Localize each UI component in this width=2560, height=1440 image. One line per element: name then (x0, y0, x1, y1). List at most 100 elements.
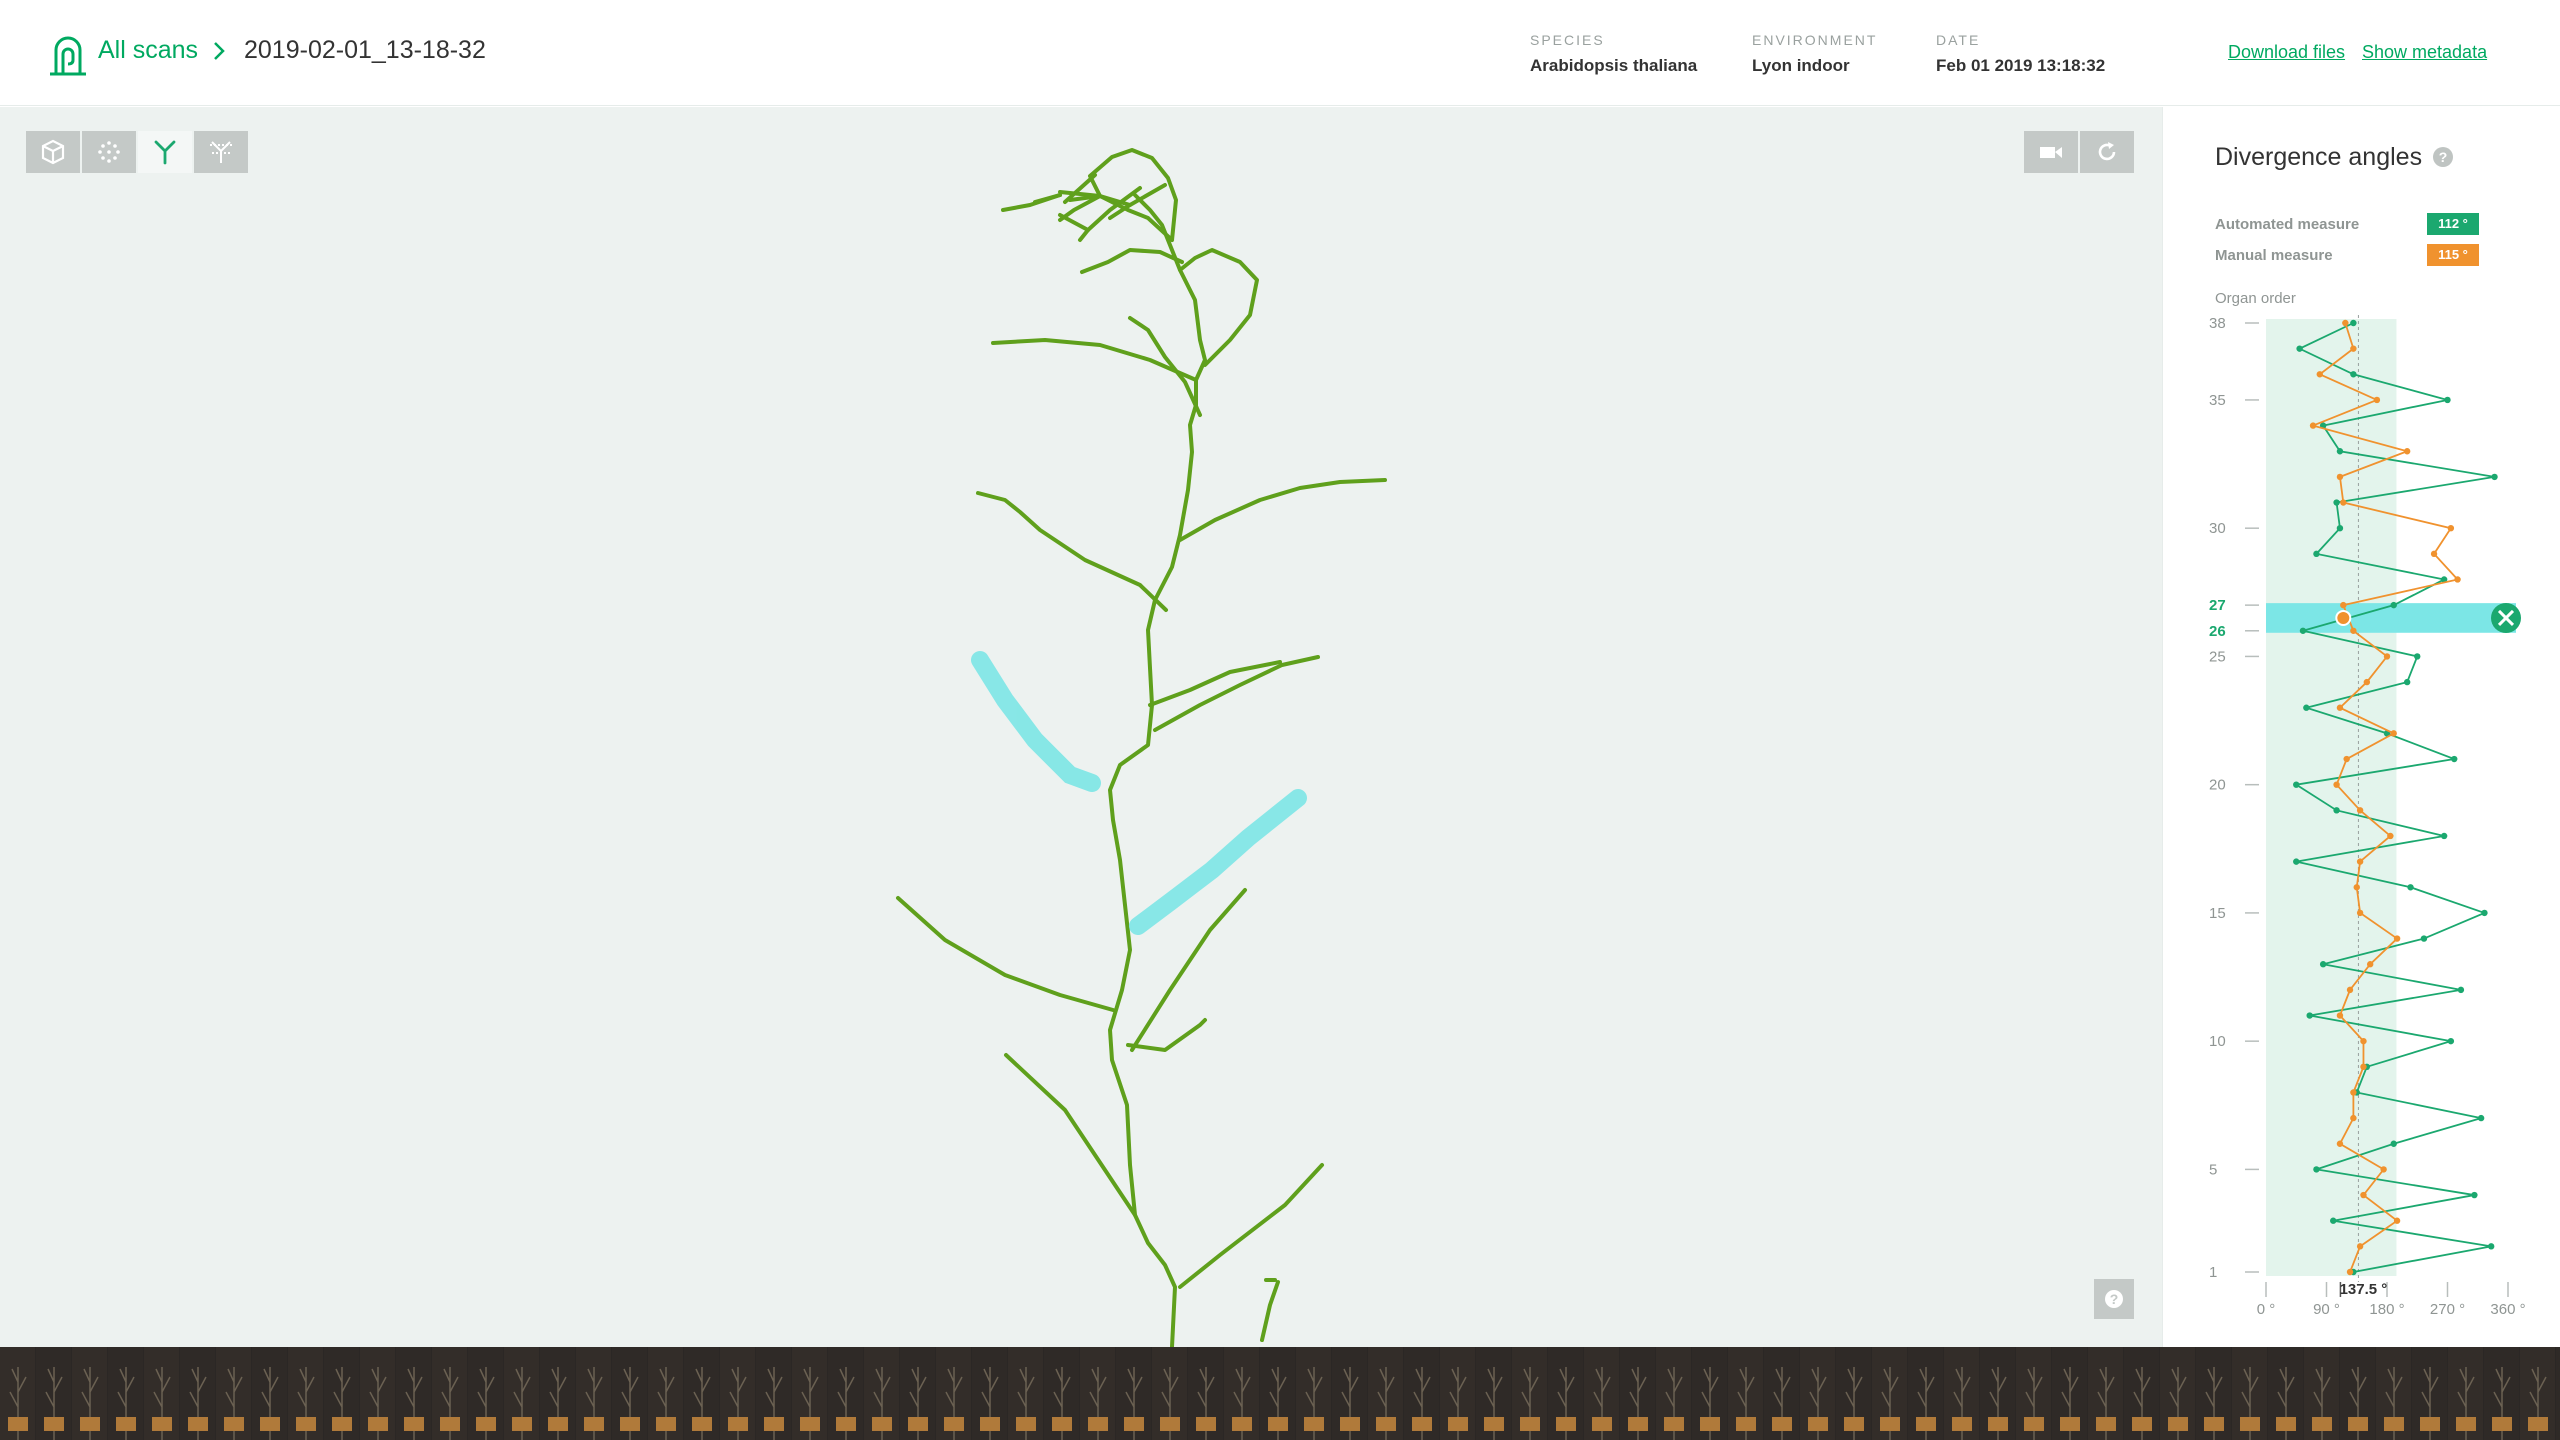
camera-toolbar (2024, 131, 2134, 173)
data-point-manual (2340, 499, 2347, 506)
thumbnail-pot (116, 1417, 136, 1431)
thumbnail-pot (1556, 1417, 1576, 1431)
point-cloud-view-button[interactable] (82, 131, 136, 173)
thumbnail-pot (1664, 1417, 1684, 1431)
thumbnail-pot (1376, 1417, 1396, 1431)
data-point-manual (2336, 473, 2344, 481)
x-tick-label: 360 ° (2490, 1301, 2525, 1318)
x-tick-label: 270 ° (2430, 1301, 2465, 1318)
data-point-automated (2407, 884, 2414, 891)
thumbnail-pot (1844, 1417, 1864, 1431)
breadcrumb-all-scans[interactable]: All scans (98, 36, 198, 65)
thumbnail-pot (1736, 1417, 1756, 1431)
data-point-automated (2293, 858, 2300, 865)
filmstrip-thumbnail[interactable] (2556, 1347, 2560, 1440)
viewer-help-button[interactable]: ? (2094, 1279, 2134, 1319)
view-mode-toolbar (26, 131, 248, 173)
thumbnail-pot (8, 1417, 28, 1431)
data-point-automated (2447, 1037, 2455, 1045)
camera-icon (2040, 147, 2062, 158)
mesh-view-button[interactable] (26, 131, 80, 173)
breadcrumb-scan-name: 2019-02-01_13-18-32 (244, 36, 486, 64)
data-point-automated (2420, 935, 2428, 942)
filmstrip-thumbnails[interactable] (0, 1347, 2560, 1440)
thumbnail-pot (1412, 1417, 1432, 1431)
thumbnail-pot (1700, 1417, 1720, 1431)
environment-value: Lyon indoor (1752, 56, 1850, 75)
data-point-automated (2319, 961, 2327, 968)
thumbnail-pot (2060, 1417, 2080, 1431)
thumbnail-pot (980, 1417, 1000, 1431)
divergence-angles-panel: Divergence angles ? Automated measure 11… (2162, 107, 2560, 1347)
skeleton-icon (154, 140, 176, 165)
environment-info: ENVIRONMENT Lyon indoor (1752, 32, 1877, 76)
data-point-manual (2350, 1114, 2357, 1122)
date-info: DATE Feb 01 2019 13:18:32 (1936, 32, 2105, 76)
thumbnail-pot (800, 1417, 820, 1431)
thumbnail-pot (2132, 1417, 2152, 1431)
data-point-automated (2333, 807, 2340, 814)
image-filmstrip[interactable] (0, 1347, 2560, 1440)
date-value: Feb 01 2019 13:18:32 (1936, 56, 2106, 75)
thumbnail-pot (2456, 1417, 2476, 1431)
y-tick-label: 27 (2209, 597, 2226, 614)
thumbnail-pot (440, 1417, 460, 1431)
chevron-right-icon (214, 42, 225, 60)
thumbnail-pot (1196, 1417, 1216, 1431)
thumbnail-pot (1808, 1417, 1828, 1431)
download-files-link[interactable]: Download files (2228, 42, 2345, 63)
top-bar: All scans 2019-02-01_13-18-32 SPECIES Ar… (0, 0, 2560, 106)
show-metadata-link[interactable]: Show metadata (2362, 42, 2487, 63)
plant-skeleton[interactable] (0, 107, 2162, 1347)
reset-view-button[interactable] (2080, 131, 2134, 173)
segmentation-view-button[interactable] (194, 131, 248, 173)
thumbnail-pot (944, 1417, 964, 1431)
thumbnail-pot (2492, 1417, 2512, 1431)
y-tick-label: 25 (2209, 648, 2226, 665)
data-point-manual (2353, 884, 2360, 891)
environment-label: ENVIRONMENT (1752, 32, 1878, 48)
data-point-automated (2330, 1217, 2337, 1224)
data-point-automated (2333, 499, 2340, 506)
data-point-manual (2430, 550, 2438, 558)
data-point-automated (2487, 1243, 2495, 1250)
thumbnail-pot (1124, 1417, 1144, 1431)
data-point-manual (2346, 986, 2354, 994)
thumbnail-pot (1268, 1417, 1288, 1431)
y-tick-label: 20 (2209, 777, 2226, 794)
thumbnail-pot (656, 1417, 676, 1431)
thumbnail-pot (1232, 1417, 1252, 1431)
data-point-automated (2451, 755, 2458, 763)
thumbnail-pot (1592, 1417, 1612, 1431)
data-point-manual (2350, 1089, 2357, 1096)
camera-button[interactable] (2024, 131, 2078, 173)
thumbnail-pot (1484, 1417, 1504, 1431)
svg-text:?: ? (2110, 1291, 2119, 1307)
data-point-automated (2350, 371, 2357, 378)
y-tick-label: 30 (2209, 520, 2226, 537)
data-point-automated (2481, 909, 2488, 917)
mesh-icon (41, 139, 65, 165)
data-point-manual (2363, 678, 2371, 686)
3d-viewer[interactable]: ? (0, 107, 2162, 1347)
data-point-automated (2299, 627, 2307, 634)
thumbnail-pot (80, 1417, 100, 1431)
thumbnail-pot (1988, 1417, 2008, 1431)
species-info: SPECIES Arabidopsis thaliana (1530, 32, 1697, 76)
y-tick-label: 38 (2209, 315, 2226, 332)
data-point-manual (2393, 935, 2401, 942)
selected-point (2335, 609, 2352, 626)
data-point-manual (2343, 755, 2350, 763)
skeleton-view-button[interactable] (138, 131, 192, 173)
thumbnail-pot (1448, 1417, 1468, 1431)
x-tick-label: 0 ° (2257, 1301, 2276, 1318)
data-point-manual (2390, 730, 2397, 737)
data-point-manual (2356, 909, 2364, 917)
y-tick-label: 15 (2209, 905, 2226, 922)
thumbnail-pot (2384, 1417, 2404, 1431)
divergence-angle-chart[interactable]: 151015202526273035380 ° 90 ° 180 ° 270 ° 360… (2163, 107, 2560, 1347)
thumbnail-pot (836, 1417, 856, 1431)
data-point-manual (2383, 653, 2391, 660)
y-tick-label: 5 (2209, 1161, 2217, 1178)
romi-logo-icon[interactable] (48, 30, 88, 76)
